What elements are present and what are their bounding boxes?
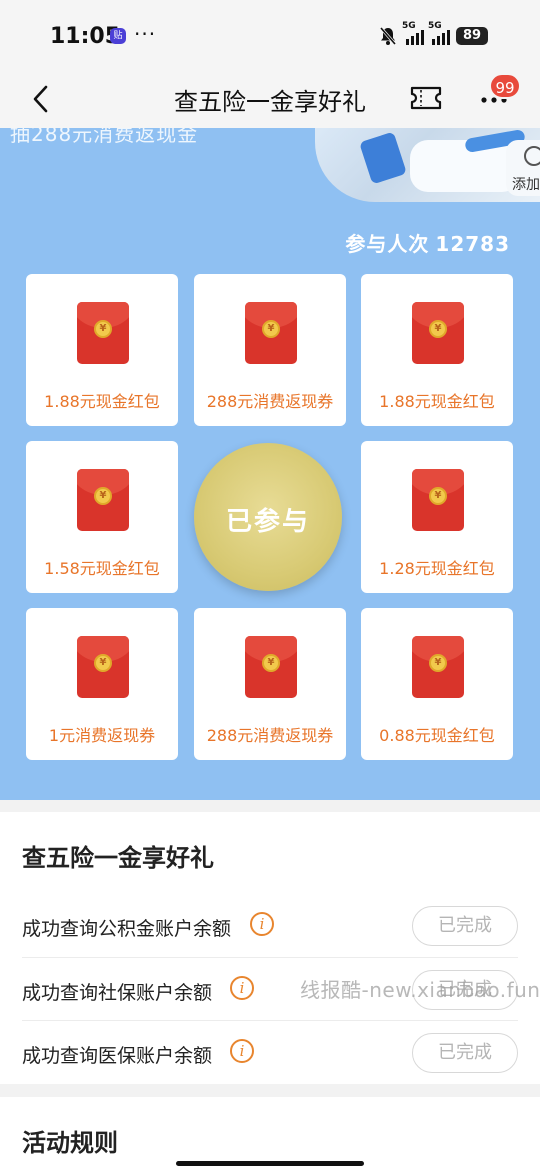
- prize-label: 1.88元现金红包: [44, 392, 160, 411]
- task-card: 查五险一金享好礼 成功查询公积金账户余额 i 已完成 成功查询社保账户余额 i …: [0, 812, 540, 1084]
- task-row: 成功查询公积金账户余额 i 已完成: [22, 894, 518, 958]
- info-icon[interactable]: i: [230, 1039, 254, 1063]
- ticket-icon[interactable]: [410, 85, 442, 111]
- prize-label: 288元消费返现券: [206, 726, 334, 745]
- participant-label: 参与人次: [345, 232, 430, 256]
- mute-bell-icon: [378, 26, 398, 46]
- task-card-title: 查五险一金享好礼: [22, 844, 214, 872]
- nav-bar: 查五险一金享好礼: [0, 70, 540, 128]
- prize-cell[interactable]: ¥ 0.88元现金红包: [361, 608, 513, 760]
- add-shortcut-button[interactable]: 添加: [506, 140, 540, 196]
- rules-title: 活动规则: [22, 1129, 118, 1157]
- task-label: 成功查询医保账户余额: [22, 1045, 213, 1067]
- participant-count: 参与人次 12783: [345, 228, 510, 257]
- app-notification-icon: 贴: [110, 28, 126, 44]
- task-status-button[interactable]: 已完成: [412, 906, 518, 946]
- task-label: 成功查询公积金账户余额: [22, 918, 232, 940]
- watermark: 线报酷-new.xianbao.fun: [300, 978, 540, 1002]
- status-bar: 11:05 贴 ··· 5G 5G 89: [0, 0, 540, 70]
- info-icon[interactable]: i: [230, 976, 254, 1000]
- prize-cell[interactable]: ¥ 1.88元现金红包: [361, 274, 513, 426]
- info-icon[interactable]: i: [250, 912, 274, 936]
- network-label-2: 5G: [428, 21, 442, 31]
- status-more-icon: ···: [134, 22, 157, 46]
- prize-cell[interactable]: ¥ 288元消费返现券: [194, 608, 346, 760]
- network-label-1: 5G: [402, 21, 416, 31]
- banner-text: 抽288元消费返现金: [10, 128, 199, 146]
- task-label: 成功查询社保账户余额: [22, 982, 213, 1004]
- task-status-button[interactable]: 已完成: [412, 1033, 518, 1073]
- red-envelope-icon: ¥: [412, 302, 464, 364]
- prize-label: 1.28元现金红包: [379, 559, 495, 578]
- prize-cell[interactable]: ¥ 1.28元现金红包: [361, 441, 513, 593]
- red-envelope-icon: ¥: [245, 302, 297, 364]
- home-indicator[interactable]: [176, 1161, 364, 1166]
- prize-label: 288元消费返现券: [206, 392, 334, 411]
- battery-indicator: 89: [456, 27, 488, 45]
- lottery-area: 抽288元消费返现金 添加 参与人次 12783 ¥ 1.88元现金红包 ¥ 28…: [0, 128, 540, 800]
- red-envelope-icon: ¥: [245, 636, 297, 698]
- prize-label: 1元消费返现券: [48, 726, 156, 745]
- task-row: 成功查询医保账户余额 i 已完成: [22, 1021, 518, 1085]
- prize-cell[interactable]: ¥ 1.88元现金红包: [26, 274, 178, 426]
- red-envelope-icon: ¥: [412, 469, 464, 531]
- add-shortcut-label: 添加: [512, 177, 540, 193]
- signal-icon-1: 5G: [402, 21, 424, 45]
- clock-icon: [524, 146, 540, 166]
- participated-label: 已参与: [225, 507, 310, 537]
- prize-label: 1.58元现金红包: [44, 559, 160, 578]
- red-envelope-icon: ¥: [77, 469, 129, 531]
- prize-label: 0.88元现金红包: [379, 726, 495, 745]
- prize-cell[interactable]: ¥ 1元消费返现券: [26, 608, 178, 760]
- notification-badge: 99: [489, 73, 521, 99]
- prize-cell[interactable]: ¥ 288元消费返现券: [194, 274, 346, 426]
- red-envelope-icon: ¥: [412, 636, 464, 698]
- status-indicators: 5G 5G 89: [378, 21, 488, 46]
- participant-number: 12783: [435, 232, 510, 256]
- participated-button[interactable]: 已参与: [194, 443, 342, 591]
- page-title: 查五险一金享好礼: [174, 88, 366, 116]
- signal-icon-2: 5G: [428, 21, 450, 45]
- red-envelope-icon: ¥: [77, 636, 129, 698]
- prize-cell[interactable]: ¥ 1.58元现金红包: [26, 441, 178, 593]
- red-envelope-icon: ¥: [77, 302, 129, 364]
- prize-label: 1.88元现金红包: [379, 392, 495, 411]
